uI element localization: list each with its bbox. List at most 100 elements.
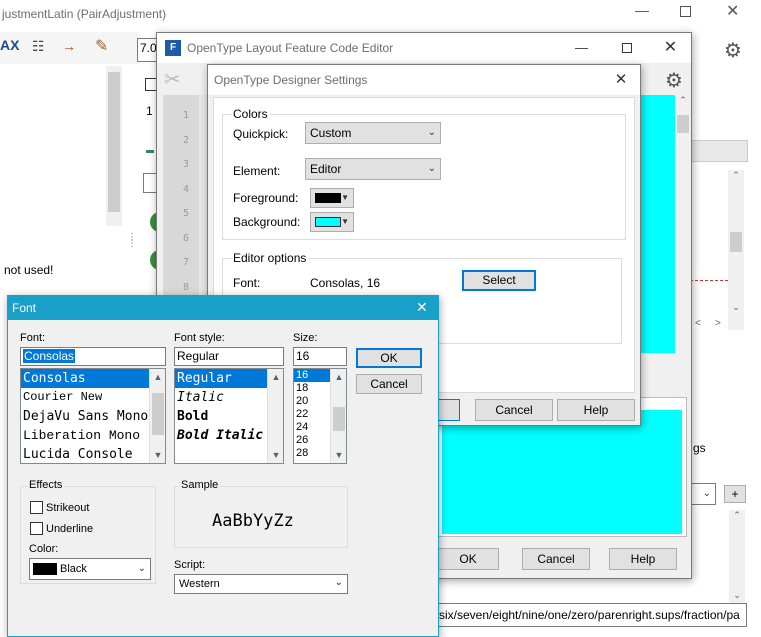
code-editor-scrollbar[interactable]: ⌃ xyxy=(675,95,691,353)
underline-label: Underline xyxy=(46,523,94,535)
left-pane-scrollbar[interactable] xyxy=(106,66,122,226)
red-dashed-line xyxy=(690,280,728,281)
right-scroll-right[interactable]: > xyxy=(715,318,721,329)
background-title: justmentLatin (PairAdjustment) xyxy=(2,7,167,21)
foreground-color-picker[interactable]: ▼ xyxy=(310,188,354,208)
quickpick-select[interactable]: Custom ⌄ xyxy=(305,122,441,144)
font-name-list[interactable]: Consolas Courier New DejaVu Sans Mono Li… xyxy=(20,368,166,464)
cancel-button[interactable]: Cancel xyxy=(522,548,590,570)
color-label: Color: xyxy=(29,543,59,555)
select-font-button[interactable]: Select xyxy=(462,270,536,291)
list-item[interactable]: Courier New xyxy=(21,388,165,407)
element-select[interactable]: Editor ⌄ xyxy=(305,158,441,180)
preview-area xyxy=(442,410,682,534)
app-icon: F xyxy=(165,40,181,56)
strikeout-label: Strikeout xyxy=(46,502,90,514)
maximize-icon[interactable] xyxy=(604,33,649,63)
right-scroll-left[interactable]: < xyxy=(695,318,701,329)
line-number: 7 xyxy=(183,257,190,268)
ok-button[interactable]: OK xyxy=(356,348,422,368)
foreground-swatch xyxy=(315,193,341,203)
dropdown-arrow-icon: ▼ xyxy=(341,193,349,202)
minimize-icon[interactable]: — xyxy=(635,2,649,18)
element-label: Element: xyxy=(233,164,281,178)
font-size-list[interactable]: 16 18 20 22 24 26 28 ▲ ▼ xyxy=(293,368,347,464)
feature-editor-title: OpenType Layout Feature Code Editor xyxy=(187,41,394,55)
gear-icon[interactable]: ⚙ xyxy=(665,68,683,93)
background-swatch xyxy=(315,217,341,227)
line-number: 2 xyxy=(183,134,190,146)
maximize-icon[interactable] xyxy=(680,6,691,17)
line-number: 1 xyxy=(146,104,153,118)
right-panel-header xyxy=(690,140,748,162)
font-name-input[interactable]: Consolas xyxy=(20,347,166,366)
splitter-handle[interactable]: ⋮ ⋮ xyxy=(127,233,137,249)
green-marker xyxy=(146,150,154,153)
bottom-pane-scrollbar[interactable]: ⌃ ⌄ xyxy=(729,510,745,605)
font-dialog: Font ✕ Font: Consolas Consolas Courier N… xyxy=(7,295,439,637)
font-dialog-title: Font xyxy=(12,301,37,315)
right-panel-scrollbar[interactable]: ⌃ ⌄ xyxy=(728,170,744,330)
line-number: 1 xyxy=(183,110,190,121)
line-number: 5 xyxy=(183,208,190,219)
style-list-scrollbar[interactable]: ▲ ▼ xyxy=(267,369,283,463)
size-list-scrollbar[interactable]: ▲ ▼ xyxy=(330,369,346,463)
strikeout-checkbox[interactable] xyxy=(30,501,43,514)
list-item[interactable]: Liberation Mono xyxy=(21,426,165,445)
feature-editor-titlebar: F OpenType Layout Feature Code Editor — … xyxy=(157,33,691,63)
dropdown-arrow-icon: ▼ xyxy=(341,217,349,226)
chevron-down-icon: ⌄ xyxy=(427,163,436,174)
ok-button-partial[interactable] xyxy=(438,399,460,421)
broom-icon[interactable]: ✎ xyxy=(95,36,108,56)
ok-button[interactable]: OK xyxy=(437,548,499,570)
help-button[interactable]: Help xyxy=(609,548,677,570)
line-number: 4 xyxy=(183,183,190,195)
list-item[interactable]: Consolas xyxy=(21,369,165,388)
cancel-button[interactable]: Cancel xyxy=(356,374,422,394)
add-button[interactable]: + xyxy=(724,485,746,503)
font-list-scrollbar[interactable]: ▲ ▼ xyxy=(149,369,165,463)
settings-title: OpenType Designer Settings xyxy=(214,73,368,87)
list-item[interactable]: Lucida Console xyxy=(21,445,165,463)
script-label: Script: xyxy=(174,559,206,571)
chevron-down-icon: ⌄ xyxy=(137,563,146,574)
close-icon[interactable]: ✕ xyxy=(603,65,639,95)
tree-tool-icon[interactable]: ☷ xyxy=(32,38,45,55)
sample-label: Sample xyxy=(179,479,221,491)
close-icon[interactable]: ✕ xyxy=(726,1,739,21)
settings-titlebar: OpenType Designer Settings ✕ xyxy=(208,65,640,95)
font-dialog-titlebar: Font ✕ xyxy=(8,296,438,320)
background-color-picker[interactable]: ▼ xyxy=(310,212,354,232)
font-style-input[interactable]: Regular xyxy=(174,347,284,366)
black-swatch xyxy=(33,563,57,575)
cut-icon[interactable]: ✂ xyxy=(164,67,181,92)
glyph-path-field[interactable]: six/seven/eight/nine/one/zero/parenright… xyxy=(436,603,747,627)
underline-checkbox[interactable] xyxy=(30,522,43,535)
close-icon[interactable]: ✕ xyxy=(416,299,428,316)
minimize-icon[interactable]: — xyxy=(559,33,604,63)
toolbar: AX ☷ → ✎ xyxy=(0,32,140,64)
effects-label: Effects xyxy=(27,479,65,491)
line-number: 6 xyxy=(183,232,190,244)
font-label: Font: xyxy=(233,276,261,290)
font-style-list[interactable]: Regular Italic Bold Bold Italic ▲ ▼ xyxy=(174,368,284,464)
close-icon[interactable]: ✕ xyxy=(648,33,693,63)
cancel-button[interactable]: Cancel xyxy=(475,399,553,421)
script-select[interactable]: Western ⌄ xyxy=(174,574,348,594)
not-used-text: not used! xyxy=(4,263,54,277)
help-button[interactable]: Help xyxy=(557,399,635,421)
font-size-input[interactable]: 16 xyxy=(293,347,347,366)
right-gs-text: gs xyxy=(693,441,706,455)
chevron-down-icon: ⌄ xyxy=(427,127,436,138)
foreground-label: Foreground: xyxy=(233,191,299,205)
font-name-label: Font: xyxy=(20,332,46,344)
right-dropdown[interactable]: ⌄ xyxy=(690,483,716,505)
move-tool-icon[interactable]: → xyxy=(62,38,76,54)
font-color-select[interactable]: Black ⌄ xyxy=(29,558,151,580)
kerning-tool-icon[interactable]: AX xyxy=(0,37,19,53)
gear-icon[interactable]: ⚙ xyxy=(724,38,742,63)
list-item[interactable]: DejaVu Sans Mono xyxy=(21,407,165,426)
left-small-input[interactable] xyxy=(143,173,157,193)
line-number: 3 xyxy=(183,159,190,170)
font-size-label: Size: xyxy=(293,332,318,344)
